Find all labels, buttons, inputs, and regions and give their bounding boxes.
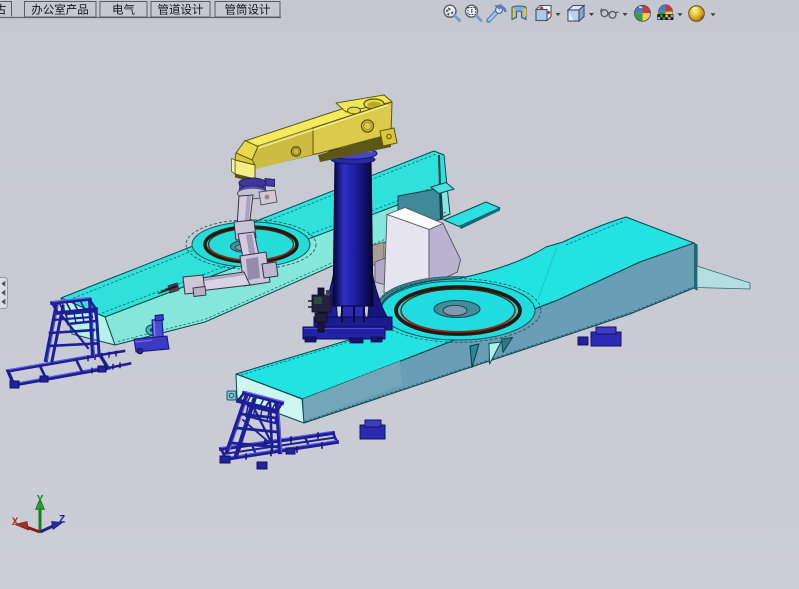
svg-text:管道设计: 管道设计 [158,3,204,17]
svg-text:古: 古 [0,3,7,17]
svg-text:Z: Z [59,515,66,527]
svg-text:管筒设计: 管筒设计 [225,3,271,17]
svg-text:电气: 电气 [112,3,135,17]
svg-text:办公室产品: 办公室产品 [31,3,89,17]
svg-text:X: X [12,517,19,529]
svg-text:Y: Y [37,495,44,507]
